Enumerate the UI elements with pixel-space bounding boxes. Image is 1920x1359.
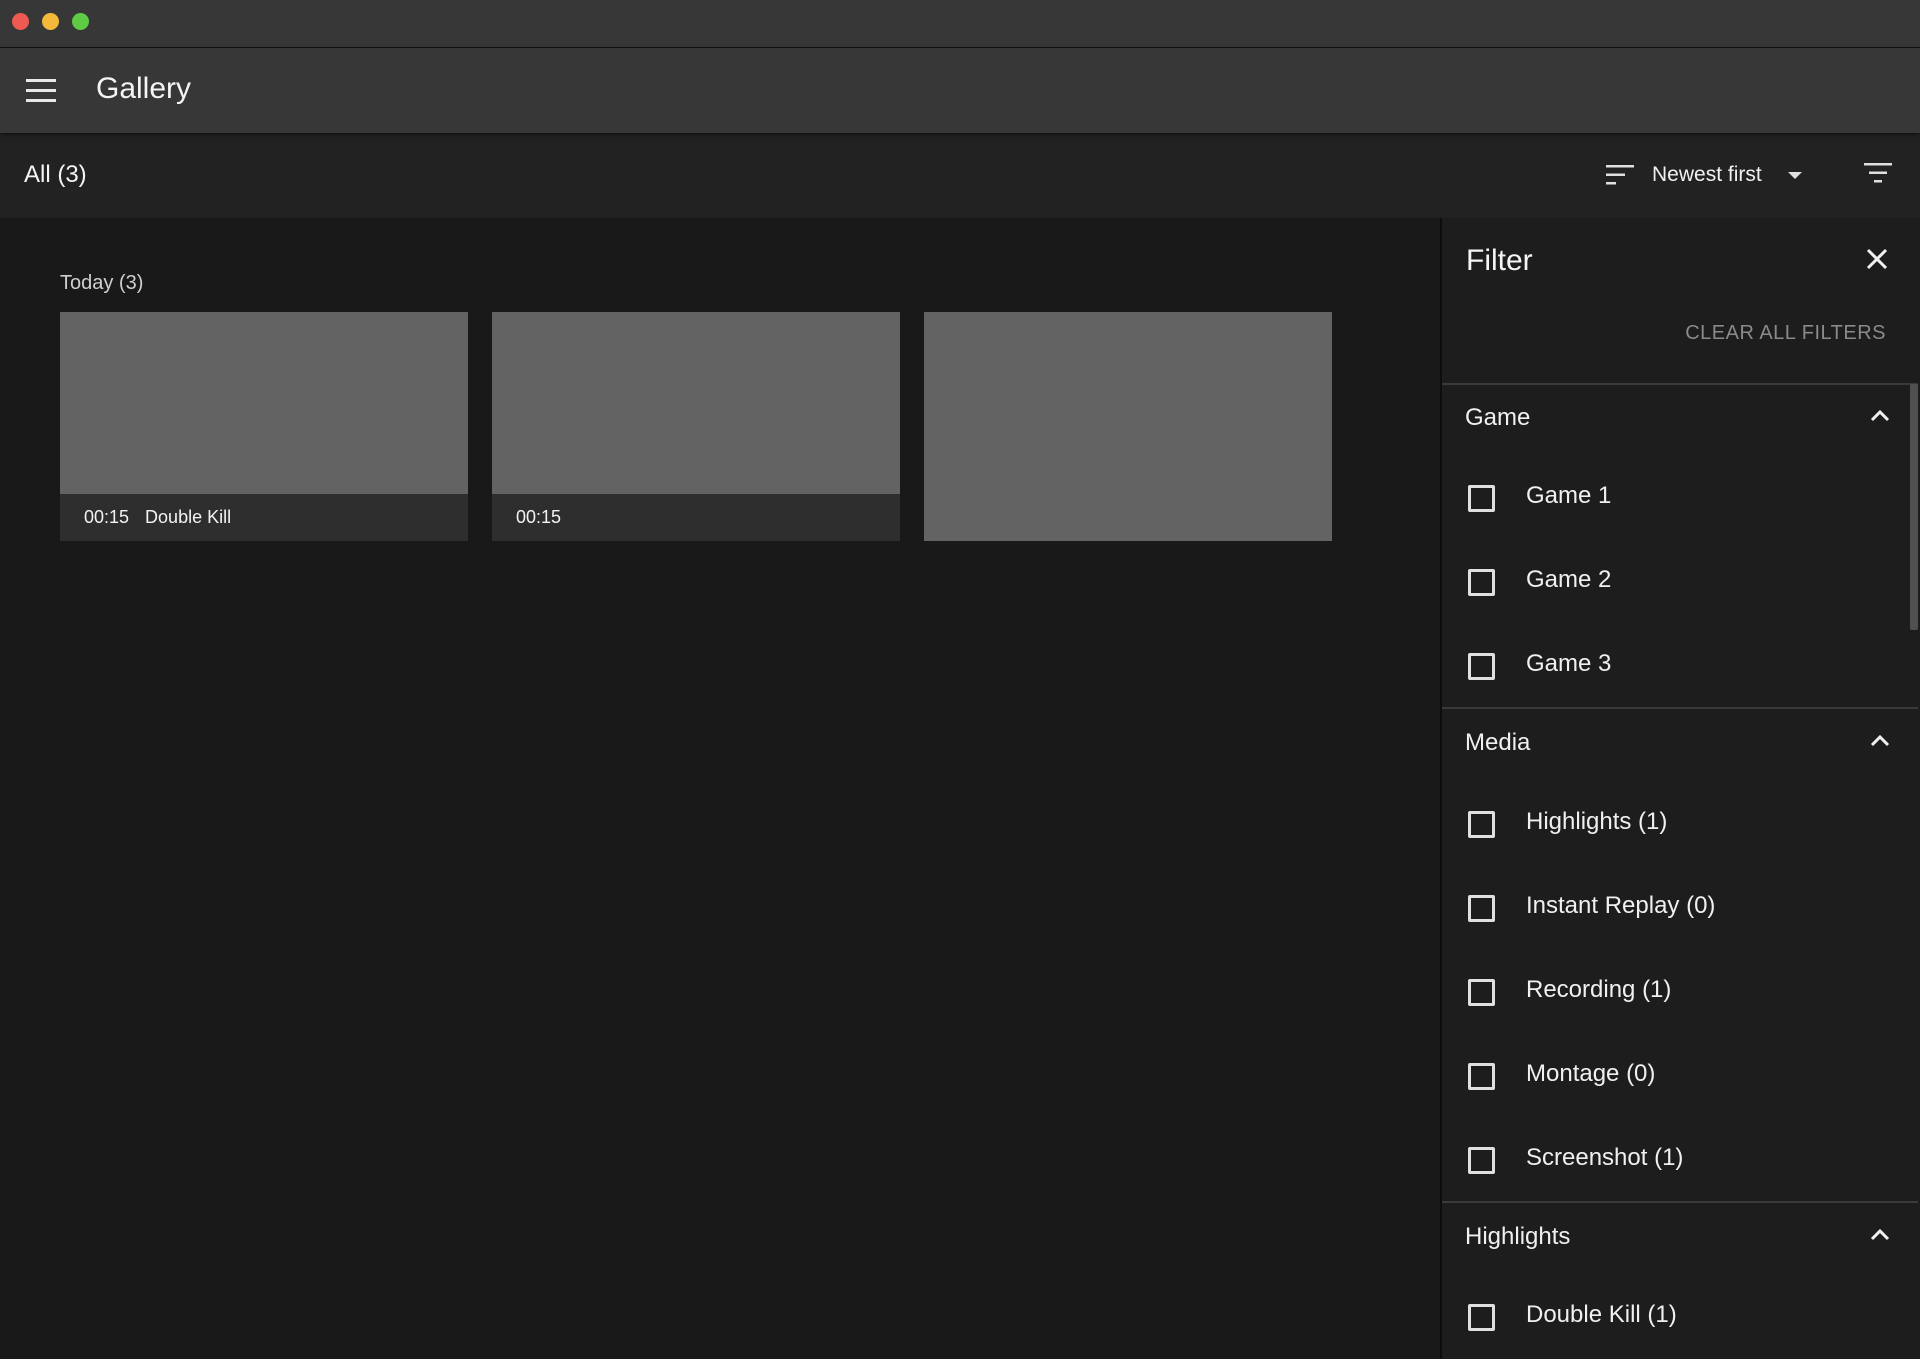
- checkbox-icon[interactable]: [1468, 895, 1495, 922]
- thumbnail-duration: 00:15: [516, 507, 562, 527]
- filter-option-instant-replay[interactable]: Instant Replay (0): [1442, 877, 1912, 937]
- page-title: Gallery: [96, 72, 192, 105]
- gallery-thumbnail[interactable]: 00:15 Double Kill: [60, 312, 468, 541]
- filter-option-label: Recording (1): [1526, 976, 1672, 1003]
- checkbox-icon[interactable]: [1468, 1304, 1495, 1331]
- filter-option-game-2[interactable]: Game 2: [1442, 551, 1912, 611]
- menu-icon[interactable]: [26, 79, 56, 103]
- clear-all-filters-button[interactable]: CLEAR ALL FILTERS: [1685, 322, 1886, 345]
- close-icon[interactable]: [1866, 248, 1888, 270]
- filter-option-recording[interactable]: Recording (1): [1442, 961, 1912, 1021]
- filter-option-highlights[interactable]: Highlights (1): [1442, 793, 1912, 853]
- checkbox-icon[interactable]: [1468, 653, 1495, 680]
- checkbox-icon[interactable]: [1468, 1147, 1495, 1174]
- gallery-thumbnail[interactable]: [924, 312, 1332, 541]
- filter-group-game[interactable]: Game: [1442, 384, 1912, 454]
- thumbnail-title: Double Kill: [145, 507, 232, 527]
- filter-option-label: Game 1: [1526, 482, 1612, 509]
- filter-option-game-3[interactable]: Game 3: [1442, 635, 1912, 695]
- gallery-thumbnail[interactable]: 00:15: [492, 312, 900, 541]
- section-label-today: Today (3): [60, 272, 144, 294]
- filter-panel: Filter CLEAR ALL FILTERS Game Game 1 Gam…: [1440, 218, 1920, 1359]
- filter-option-screenshot[interactable]: Screenshot (1): [1442, 1129, 1912, 1189]
- filter-group-title: Game: [1465, 404, 1531, 431]
- sort-dropdown[interactable]: Newest first: [1606, 155, 1806, 195]
- filter-option-label: Instant Replay (0): [1526, 892, 1716, 919]
- window-zoom-button[interactable]: [72, 13, 89, 30]
- sort-icon: [1606, 165, 1634, 185]
- chevron-up-icon: [1870, 1229, 1890, 1241]
- checkbox-icon[interactable]: [1468, 979, 1495, 1006]
- chevron-up-icon: [1870, 410, 1890, 422]
- filter-option-double-kill[interactable]: Double Kill (1): [1442, 1286, 1912, 1346]
- checkbox-icon[interactable]: [1468, 1063, 1495, 1090]
- filter-group-media[interactable]: Media: [1442, 709, 1912, 779]
- checkbox-icon[interactable]: [1468, 569, 1495, 596]
- filter-group-title: Media: [1465, 729, 1531, 756]
- filter-icon[interactable]: [1864, 163, 1892, 183]
- window-close-button[interactable]: [12, 13, 29, 30]
- thumbnail-caption: 00:15: [492, 494, 900, 541]
- caret-down-icon: [1788, 172, 1802, 179]
- sort-label: Newest first: [1652, 163, 1762, 186]
- window-minimize-button[interactable]: [42, 13, 59, 30]
- filter-option-label: Game 3: [1526, 650, 1612, 677]
- filter-group-highlights[interactable]: Highlights: [1442, 1203, 1912, 1273]
- filter-option-label: Double Kill (1): [1526, 1301, 1677, 1328]
- all-count-label: All (3): [24, 161, 87, 188]
- filter-group-title: Highlights: [1465, 1223, 1571, 1250]
- filter-option-label: Game 2: [1526, 566, 1612, 593]
- chevron-up-icon: [1870, 735, 1890, 747]
- checkbox-icon[interactable]: [1468, 811, 1495, 838]
- gallery-content: Today (3) 00:15 Double Kill 00:15: [0, 218, 1440, 1359]
- app-bar: Gallery: [0, 48, 1920, 133]
- filter-title: Filter: [1466, 244, 1533, 277]
- window-titlebar: [0, 0, 1920, 48]
- filter-option-montage[interactable]: Montage (0): [1442, 1045, 1912, 1105]
- filter-option-label: Montage (0): [1526, 1060, 1656, 1087]
- thumbnail-caption: 00:15 Double Kill: [60, 494, 468, 541]
- filter-option-game-1[interactable]: Game 1: [1442, 467, 1912, 527]
- thumbnail-duration: 00:15: [84, 507, 130, 527]
- filter-option-label: Screenshot (1): [1526, 1144, 1684, 1171]
- gallery-toolbar: All (3) Newest first: [0, 133, 1920, 218]
- checkbox-icon[interactable]: [1468, 485, 1495, 512]
- filter-option-label: Highlights (1): [1526, 808, 1668, 835]
